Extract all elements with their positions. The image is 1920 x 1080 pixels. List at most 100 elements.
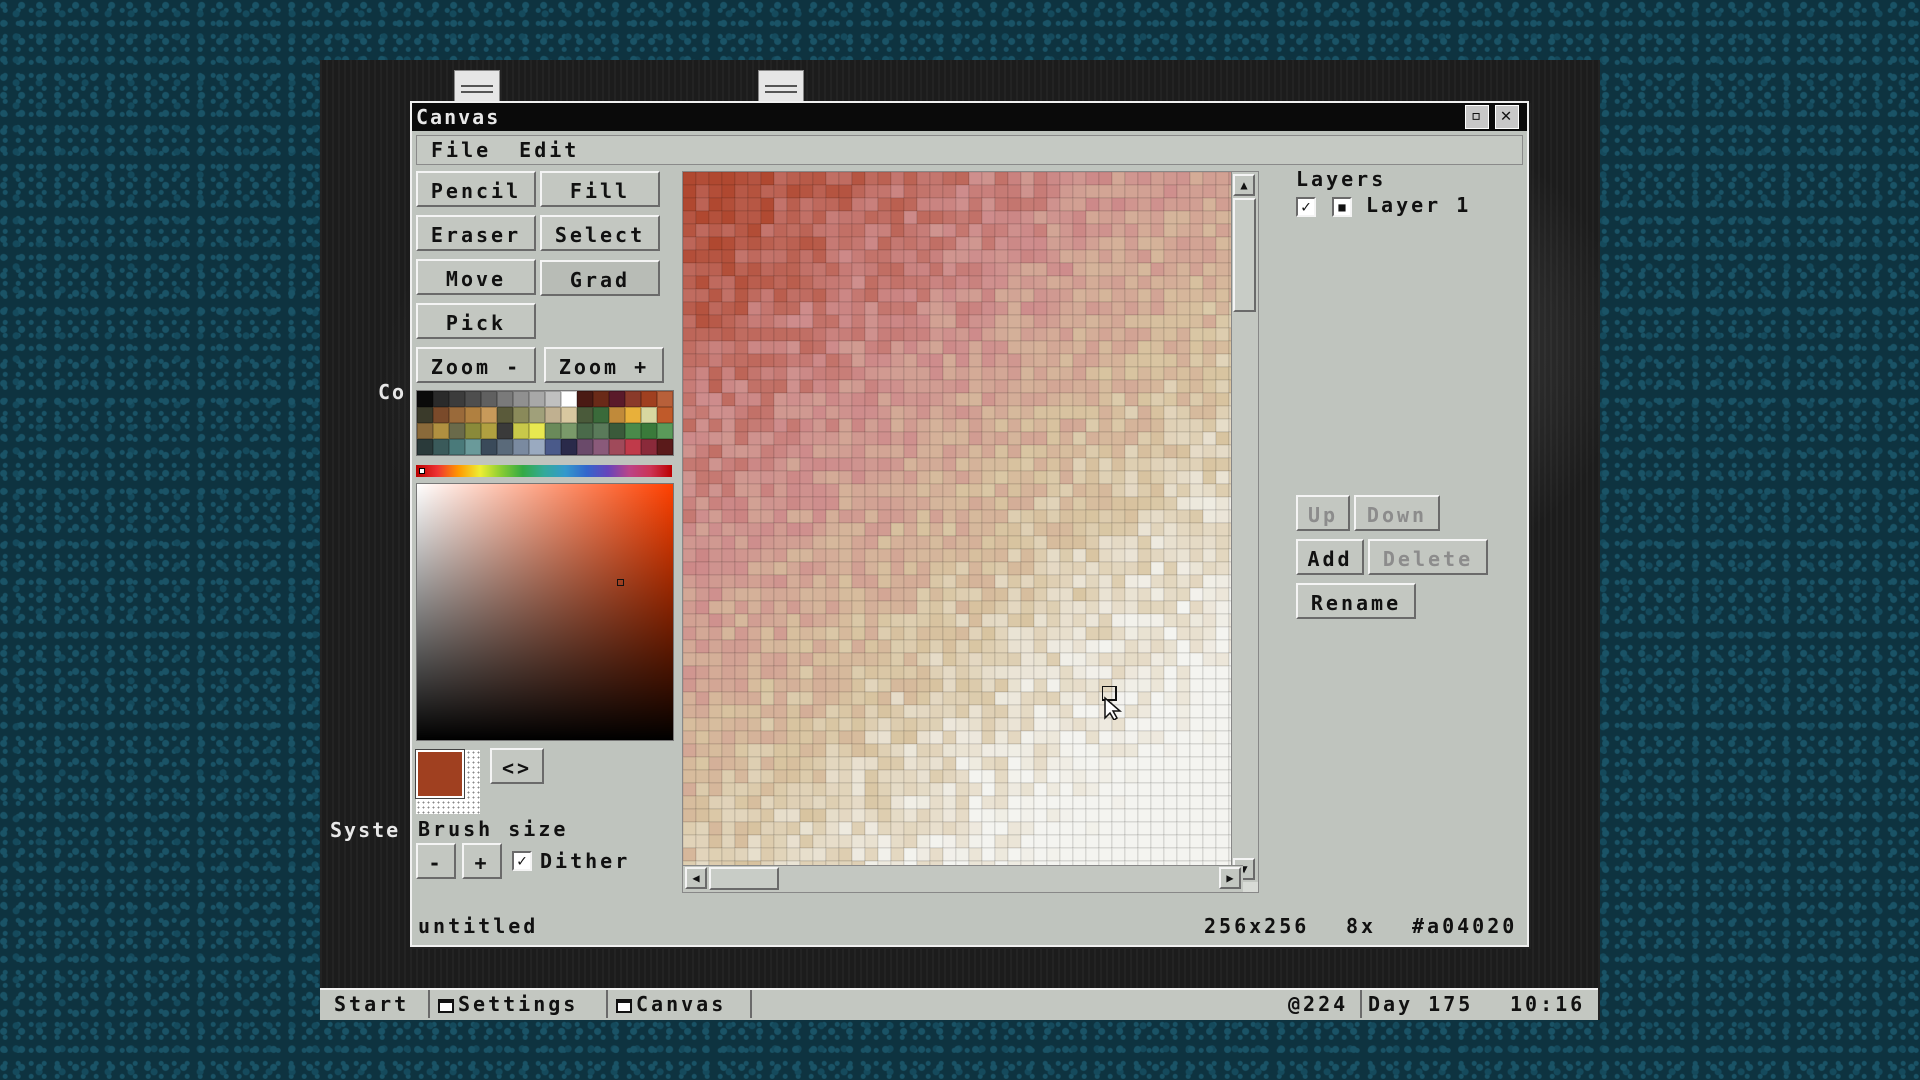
canvas-pixel[interactable] [1202,483,1217,498]
canvas-pixel[interactable] [1072,847,1087,862]
canvas-pixel[interactable] [1020,704,1035,719]
canvas-pixel[interactable] [1007,288,1022,303]
canvas-pixel[interactable] [760,483,775,498]
canvas-pixel[interactable] [786,184,801,199]
canvas-pixel[interactable] [1163,626,1178,641]
canvas-pixel[interactable] [695,808,710,823]
canvas-pixel[interactable] [825,704,840,719]
canvas-pixel[interactable] [721,301,736,316]
canvas-pixel[interactable] [786,834,801,849]
canvas-pixel[interactable] [1150,548,1165,563]
canvas-pixel[interactable] [747,431,762,446]
canvas-pixel[interactable] [1033,366,1048,381]
canvas-pixel[interactable] [1085,522,1100,537]
canvas-pixel[interactable] [825,587,840,602]
canvas-pixel[interactable] [838,665,853,680]
canvas-pixel[interactable] [1176,470,1191,485]
canvas-pixel[interactable] [838,587,853,602]
canvas-pixel[interactable] [942,600,957,615]
canvas-pixel[interactable] [799,782,814,797]
canvas-pixel[interactable] [1176,431,1191,446]
canvas-pixel[interactable] [799,301,814,316]
canvas-pixel[interactable] [760,756,775,771]
canvas-pixel[interactable] [1098,834,1113,849]
canvas-pixel[interactable] [1124,821,1139,836]
canvas-pixel[interactable] [721,587,736,602]
canvas-pixel[interactable] [786,639,801,654]
canvas-pixel[interactable] [1137,457,1152,472]
canvas-pixel[interactable] [773,652,788,667]
canvas-pixel[interactable] [981,249,996,264]
canvas-pixel[interactable] [864,782,879,797]
canvas-pixel[interactable] [1085,743,1100,758]
palette-swatch[interactable] [497,423,513,439]
canvas-pixel[interactable] [851,574,866,589]
canvas-pixel[interactable] [1020,808,1035,823]
canvas-pixel[interactable] [1215,756,1230,771]
canvas-pixel[interactable] [721,236,736,251]
canvas-pixel[interactable] [760,730,775,745]
canvas-pixel[interactable] [981,691,996,706]
canvas-pixel[interactable] [968,509,983,524]
canvas-pixel[interactable] [864,821,879,836]
canvas-pixel[interactable] [864,756,879,771]
canvas-pixel[interactable] [838,522,853,537]
canvas-pixel[interactable] [1007,548,1022,563]
vertical-scroll-thumb[interactable] [1233,198,1256,312]
canvas-pixel[interactable] [1176,730,1191,745]
canvas-pixel[interactable] [1215,262,1230,277]
canvas-pixel[interactable] [1189,509,1204,524]
canvas-pixel[interactable] [773,821,788,836]
canvas-pixel[interactable] [747,314,762,329]
canvas-pixel[interactable] [942,379,957,394]
canvas-pixel[interactable] [734,782,749,797]
canvas-pixel[interactable] [1150,444,1165,459]
canvas-pixel[interactable] [786,223,801,238]
canvas-pixel[interactable] [747,522,762,537]
canvas-pixel[interactable] [721,743,736,758]
canvas-pixel[interactable] [799,405,814,420]
canvas-pixel[interactable] [1059,444,1074,459]
canvas-pixel[interactable] [1111,509,1126,524]
canvas-pixel[interactable] [864,600,879,615]
canvas-pixel[interactable] [683,704,697,719]
layer-rename-button[interactable]: Rename [1296,583,1416,619]
canvas-pixel[interactable] [1202,288,1217,303]
canvas-pixel[interactable] [1020,613,1035,628]
canvas-pixel[interactable] [864,522,879,537]
canvas-pixel[interactable] [1111,172,1126,186]
canvas-pixel[interactable] [890,704,905,719]
canvas-pixel[interactable] [1202,730,1217,745]
canvas-pixel[interactable] [695,457,710,472]
canvas-pixel[interactable] [1189,184,1204,199]
canvas-pixel[interactable] [683,457,697,472]
canvas-pixel[interactable] [994,172,1009,186]
canvas-pixel[interactable] [1046,717,1061,732]
canvas-pixel[interactable] [994,288,1009,303]
canvas-pixel[interactable] [683,288,697,303]
canvas-pixel[interactable] [1085,418,1100,433]
canvas-pixel[interactable] [760,457,775,472]
palette-swatch[interactable] [641,423,657,439]
canvas-pixel[interactable] [1124,847,1139,862]
fill-button[interactable]: Fill [540,171,660,207]
canvas-pixel[interactable] [799,197,814,212]
canvas-pixel[interactable] [1007,626,1022,641]
canvas-pixel[interactable] [968,405,983,420]
palette-swatch[interactable] [529,391,545,407]
layer-name[interactable]: Layer 1 [1366,193,1471,217]
canvas-pixel[interactable] [1111,184,1126,199]
canvas-pixel[interactable] [1085,834,1100,849]
canvas-pixel[interactable] [916,782,931,797]
canvas-pixel[interactable] [838,834,853,849]
canvas-pixel[interactable] [1176,561,1191,576]
canvas-pixel[interactable] [1137,782,1152,797]
canvas-pixel[interactable] [1163,730,1178,745]
canvas-pixel[interactable] [916,808,931,823]
canvas-pixel[interactable] [1137,574,1152,589]
canvas-pixel[interactable] [760,301,775,316]
canvas-pixel[interactable] [851,717,866,732]
canvas-pixel[interactable] [695,236,710,251]
canvas-pixel[interactable] [1072,301,1087,316]
canvas-pixel[interactable] [683,535,697,550]
